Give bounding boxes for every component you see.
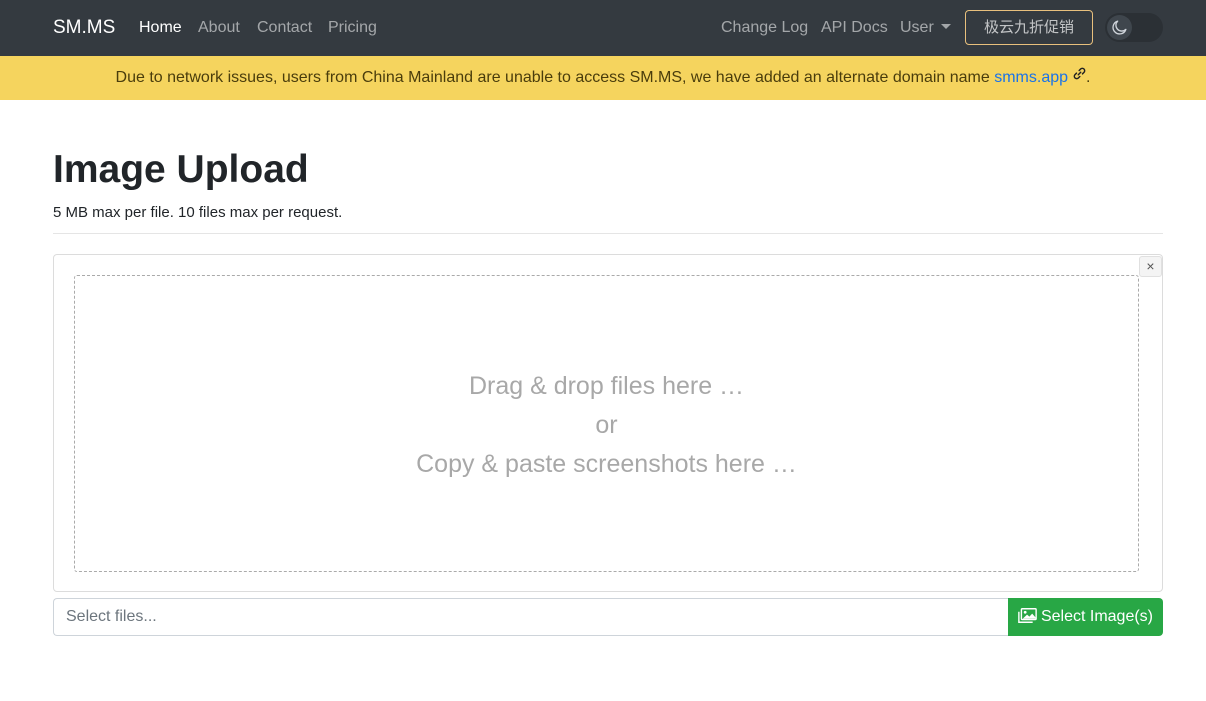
toggle-knob	[1107, 15, 1132, 40]
images-icon	[1018, 608, 1037, 623]
nav-link-home[interactable]: Home	[139, 18, 182, 38]
alternate-domain-link[interactable]: smms.app	[994, 69, 1068, 86]
user-menu-dropdown[interactable]: User	[900, 18, 951, 38]
select-images-label: Select Image(s)	[1040, 608, 1154, 625]
drop-zone-paste-hint: Copy & paste screenshots here …	[416, 450, 797, 478]
file-select-input[interactable]	[53, 598, 1009, 636]
caret-down-icon	[940, 24, 951, 29]
nav-link-contact[interactable]: Contact	[257, 18, 312, 38]
nav-link-api-docs[interactable]: API Docs	[821, 18, 888, 38]
upload-limits-text: 5 MB max per file. 10 files max per requ…	[53, 204, 343, 221]
brand-logo[interactable]: SM.MS	[53, 16, 115, 40]
nav-link-pricing[interactable]: Pricing	[328, 18, 377, 38]
drop-zone-instruction: Drag & drop files here …	[468, 372, 745, 400]
select-images-button[interactable]: Select Image(s)	[1008, 598, 1163, 636]
promo-button[interactable]: 极云九折促销	[965, 10, 1093, 45]
link-icon	[1073, 67, 1086, 80]
alert-suffix: .	[1086, 69, 1091, 86]
page-title: Image Upload	[53, 148, 309, 191]
network-alert: Due to network issues, users from China …	[0, 56, 1206, 100]
drop-zone-or: or	[595, 411, 618, 439]
theme-toggle[interactable]	[1105, 13, 1163, 42]
nav-link-about[interactable]: About	[198, 18, 240, 38]
drop-zone[interactable]: Drag & drop files here … or Copy & paste…	[74, 275, 1139, 572]
divider	[53, 233, 1163, 234]
nav-link-change-log[interactable]: Change Log	[721, 18, 808, 38]
close-button[interactable]: ×	[1139, 256, 1162, 277]
moon-icon	[1112, 20, 1127, 35]
user-menu-label: User	[900, 19, 934, 36]
alert-text: Due to network issues, users from China …	[115, 69, 995, 86]
navbar: SM.MS Home About Contact Pricing Change …	[0, 0, 1206, 56]
